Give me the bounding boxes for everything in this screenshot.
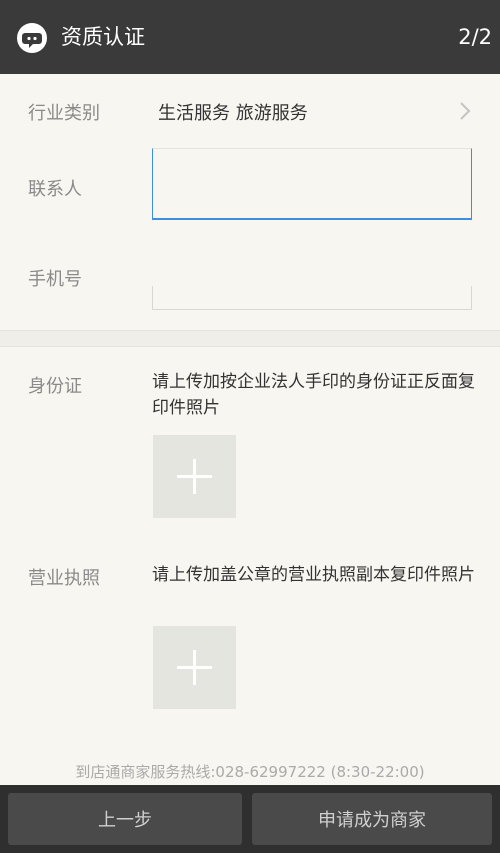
footer-bar: 上一步 申请成为商家: [0, 785, 500, 853]
app-header: 资质认证 2/2: [0, 0, 500, 74]
contact-field[interactable]: [152, 148, 472, 220]
phone-field[interactable]: [152, 286, 472, 310]
id-card-upload-button[interactable]: [153, 435, 236, 518]
prev-step-button[interactable]: 上一步: [8, 793, 242, 845]
apply-merchant-button[interactable]: 申请成为商家: [252, 793, 492, 845]
phone-input[interactable]: [153, 286, 471, 309]
chevron-right-icon[interactable]: [457, 100, 473, 122]
business-license-label: 营业执照: [28, 568, 100, 589]
phone-label: 手机号: [28, 269, 82, 290]
industry-value[interactable]: 生活服务 旅游服务: [158, 99, 308, 125]
service-hotline: 到店通商家服务热线:028-62997222 (8:30-22:00): [75, 763, 425, 781]
industry-label: 行业类别: [28, 103, 100, 124]
id-card-label: 身份证: [28, 376, 82, 397]
contact-label: 联系人: [28, 179, 82, 200]
page-title: 资质认证: [61, 25, 145, 49]
id-card-desc: 请上传加按企业法人手印的身份证正反面复印件照片: [152, 372, 475, 418]
app-logo-icon[interactable]: [17, 23, 47, 53]
step-indicator: 2/2: [458, 25, 492, 49]
contact-input[interactable]: [153, 149, 471, 218]
business-license-desc: 请上传加盖公章的营业执照副本复印件照片: [152, 565, 475, 585]
business-license-upload-button[interactable]: [153, 626, 236, 709]
section-divider: [0, 330, 500, 347]
